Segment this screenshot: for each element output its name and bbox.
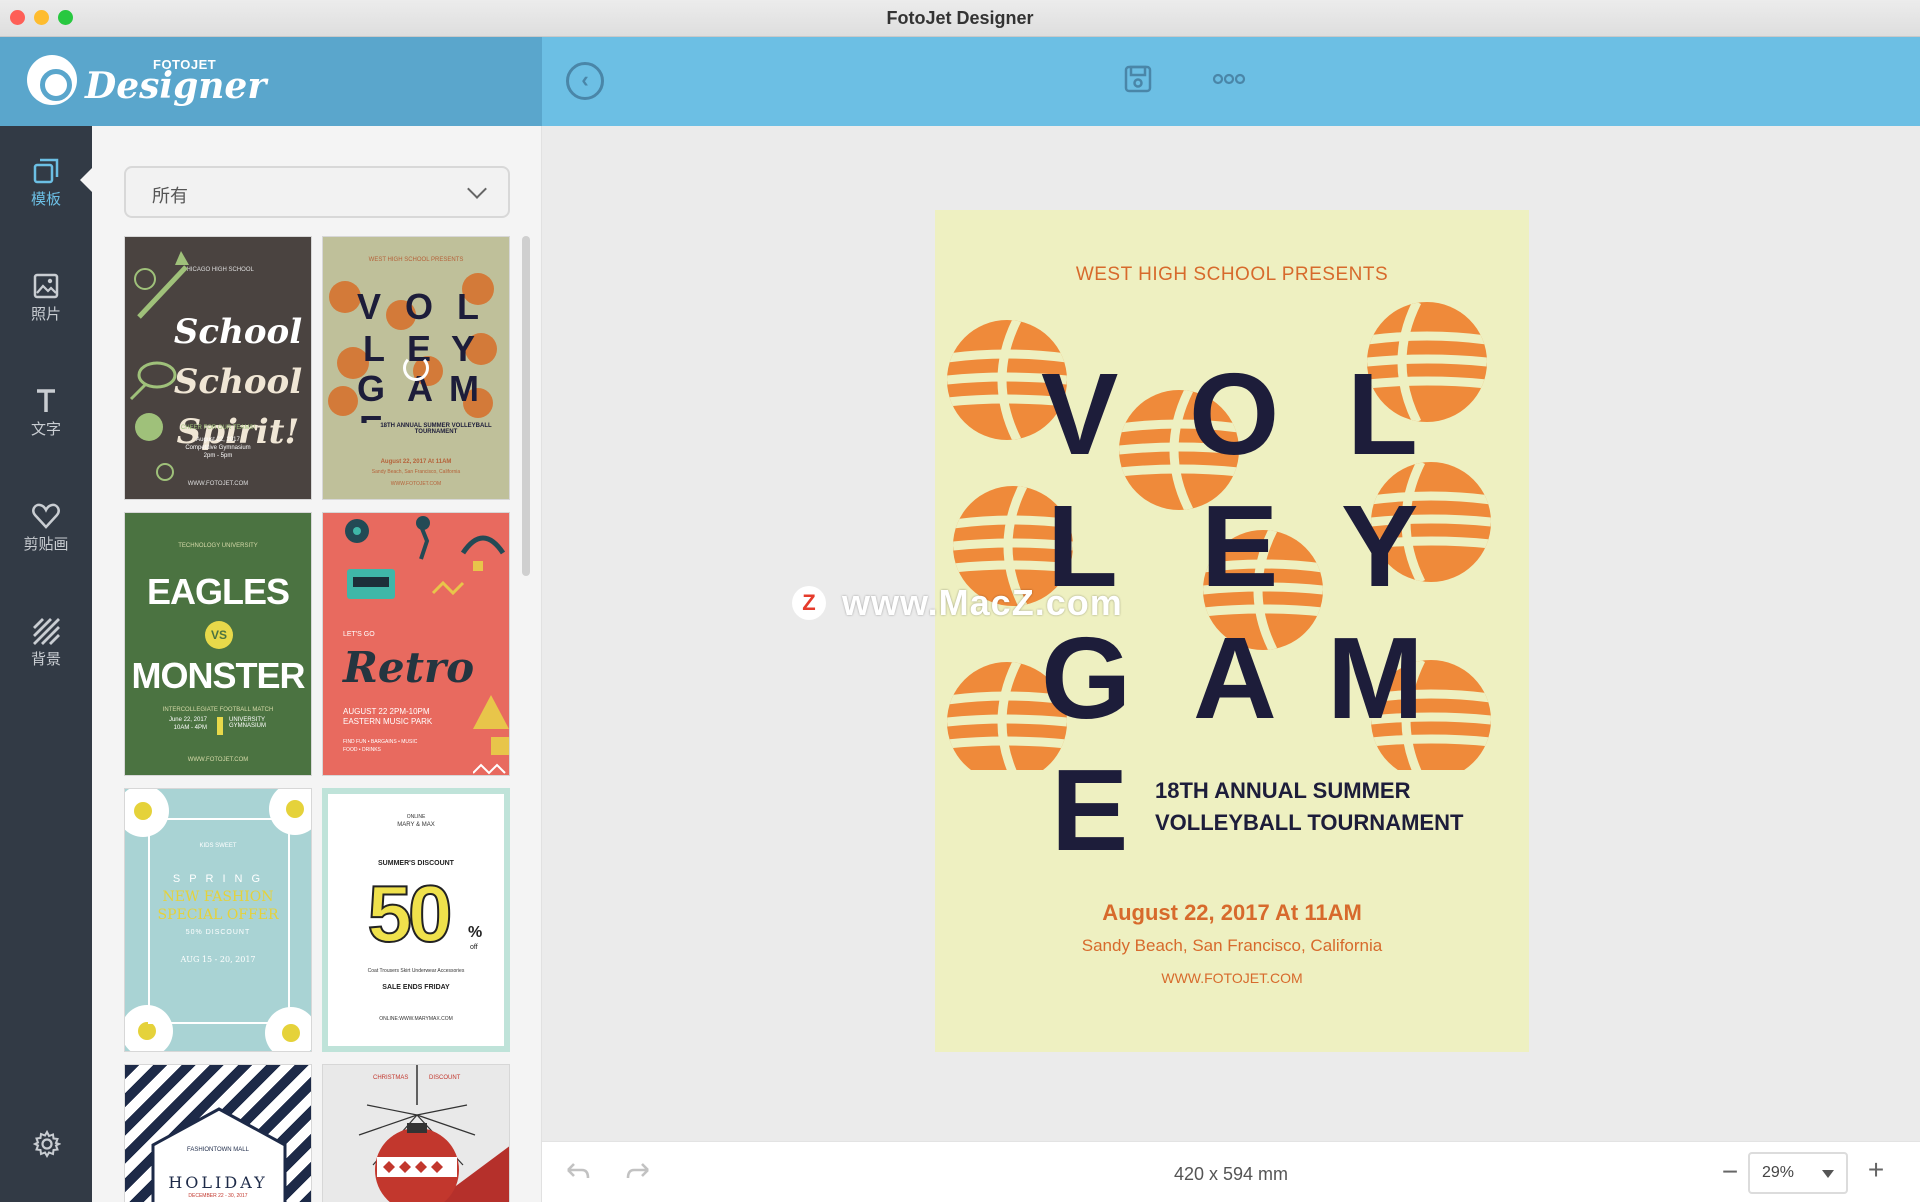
ornament-graphic <box>358 1065 509 1202</box>
poster-letter[interactable]: A <box>1193 620 1277 736</box>
template-retro[interactable]: LET'S GO Retro AUGUST 22 2PM-10PM EASTER… <box>322 512 510 776</box>
template-spring-fashion[interactable]: KIDS SWEET S P R I N G NEW FASHION SPECI… <box>124 788 312 1052</box>
background-icon <box>33 618 60 645</box>
more-options-icon[interactable] <box>1212 66 1246 92</box>
nav-item-clipart[interactable]: 剪贴画 <box>0 501 92 581</box>
svg-text:M: M <box>449 368 479 409</box>
window-title: FotoJet Designer <box>886 8 1034 28</box>
caret-down-icon <box>1822 1170 1834 1178</box>
zoom-value: 29% <box>1762 1164 1795 1181</box>
save-icon[interactable] <box>1123 64 1153 94</box>
category-dropdown-value: 所有 <box>152 186 188 206</box>
template-holiday[interactable]: FASHIONTOWN MALL HOLIDAY DECEMBER 22 - 3… <box>124 1064 312 1202</box>
svg-text:V: V <box>357 286 381 327</box>
watermark-badge-icon: Z <box>792 586 826 620</box>
clipart-heart-icon <box>32 503 60 529</box>
text-icon <box>37 389 55 412</box>
template-volley-game[interactable]: WEST HIGH SCHOOL PRESENTS VOL LEY GAM E … <box>322 236 510 500</box>
nav-item-label: 照片 <box>30 306 61 323</box>
poster-letter[interactable]: V <box>1041 356 1118 472</box>
poster-letter[interactable]: E <box>1051 752 1128 868</box>
loading-spinner-icon <box>403 355 429 381</box>
back-button[interactable]: ‹ <box>566 62 604 100</box>
watermark: Z www.MacZ.com <box>792 582 1123 624</box>
svg-text:G: G <box>357 368 385 409</box>
svg-text:Y: Y <box>451 328 475 369</box>
photo-icon <box>33 273 59 299</box>
nav-item-text[interactable]: 文字 <box>0 386 92 466</box>
zoom-out-button[interactable]: − <box>1718 1156 1742 1188</box>
nav-item-label: 剪贴画 <box>23 536 69 553</box>
logo-mark-icon <box>27 55 77 105</box>
poster-letter[interactable]: O <box>1189 356 1279 472</box>
racket-clipart-icon <box>129 361 177 481</box>
template-school-spirit[interactable]: CHICAGO HIGH SCHOOL School School Spirit… <box>124 236 312 500</box>
zoom-select[interactable]: 29% <box>1748 1152 1848 1194</box>
panel-scrollbar[interactable] <box>522 236 530 576</box>
nav-item-label: 模板 <box>30 191 61 208</box>
poster-annual-line1[interactable]: 18TH ANNUAL SUMMER <box>1155 778 1410 804</box>
templates-icon <box>33 158 59 184</box>
nav-item-background[interactable]: 背景 <box>0 616 92 696</box>
template-panel: 所有 CHICAGO HIGH SCHOOL School School Spi… <box>92 126 542 1202</box>
chevron-left-icon: ‹ <box>581 67 589 92</box>
bottom-bar: 420 x 594 mm − 29% + <box>542 1141 1920 1202</box>
svg-text:E: E <box>359 408 383 423</box>
poster-letter[interactable]: L <box>1347 356 1418 472</box>
poster-annual-line2[interactable]: VOLLEYBALL TOURNAMENT <box>1155 810 1463 836</box>
nav-item-label: 背景 <box>30 651 61 668</box>
retro-clipart-icon <box>345 516 506 599</box>
design-canvas-area[interactable]: WEST HIGH SCHOOL PRESENTS V O L L E Y G … <box>542 126 1920 1141</box>
poster-canvas[interactable]: WEST HIGH SCHOOL PRESENTS V O L L E Y G … <box>935 210 1529 1052</box>
template-summer-discount[interactable]: ONLINE MARY & MAX SUMMER'S DISCOUNT 50 %… <box>322 788 510 1052</box>
poster-place[interactable]: Sandy Beach, San Francisco, California <box>935 936 1529 956</box>
svg-text:O: O <box>405 286 433 327</box>
chevron-down-icon <box>467 179 487 199</box>
watermark-text: www.MacZ.com <box>842 582 1123 623</box>
template-christmas[interactable]: CHRISTMAS DISCOUNT <box>322 1064 510 1202</box>
zoom-in-button[interactable]: + <box>1864 1154 1888 1186</box>
poster-url[interactable]: WWW.FOTOJET.COM <box>935 970 1529 986</box>
poster-presents-text[interactable]: WEST HIGH SCHOOL PRESENTS <box>935 264 1529 286</box>
nav-active-pointer <box>80 168 92 192</box>
nav-item-photos[interactable]: 照片 <box>0 271 92 351</box>
side-nav: 模板 照片 文字 剪贴画 背景 <box>0 126 92 1202</box>
svg-text:L: L <box>363 328 385 369</box>
title-bar: FotoJet Designer <box>0 0 1920 37</box>
category-dropdown[interactable]: 所有 <box>124 166 510 218</box>
poster-letter[interactable]: M <box>1327 620 1424 736</box>
poster-letter[interactable]: E <box>1201 488 1278 604</box>
nav-item-templates[interactable]: 模板 <box>0 156 92 236</box>
poster-date[interactable]: August 22, 2017 At 11AM <box>935 900 1529 926</box>
template-eagles-vs-monster[interactable]: TECHNOLOGY UNIVERSITY EAGLES VS MONSTER … <box>124 512 312 776</box>
gear-icon[interactable] <box>33 1130 61 1158</box>
header-logo-area: FOTOJET Designer <box>0 37 542 126</box>
svg-text:L: L <box>457 286 479 327</box>
poster-letter[interactable]: G <box>1041 620 1131 736</box>
logo-big-text: Designer <box>85 65 267 107</box>
app-logo: FOTOJET Designer <box>27 55 266 107</box>
mini-volleyball-graphic: VOL LEY GAM E <box>328 273 497 423</box>
nav-item-label: 文字 <box>30 421 61 438</box>
poster-letter[interactable]: Y <box>1341 488 1418 604</box>
canvas-size-label: 420 x 594 mm <box>1173 1164 1289 1184</box>
